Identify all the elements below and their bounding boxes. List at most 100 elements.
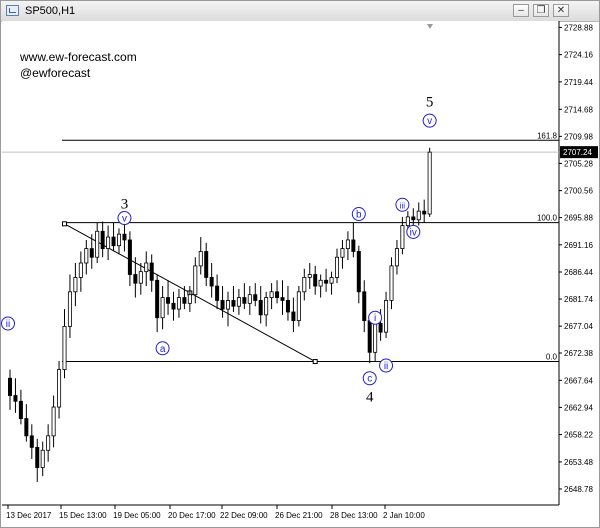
candle-body [106, 236, 111, 249]
watermark-url: www.ew-forecast.com [19, 50, 137, 64]
price-tick-label: 2653.48 [564, 458, 593, 467]
fib-level-label: 0.0 [546, 353, 558, 362]
candle-body [389, 265, 394, 301]
candle-body [176, 297, 181, 310]
wave-label-b: b [351, 207, 366, 222]
candle-body [198, 251, 203, 267]
candle-body [182, 297, 187, 304]
candle-body [313, 274, 318, 287]
candle-body [351, 239, 356, 252]
time-tick-label: 2 Jan 10:00 [383, 511, 425, 520]
candle-body [231, 300, 236, 307]
candle-body [427, 151, 432, 215]
wave-label-text: a [160, 344, 166, 355]
candle-body [127, 239, 132, 275]
wave-label-3: 3 [121, 197, 129, 213]
candle-body [193, 265, 198, 296]
candle-body [275, 291, 280, 298]
time-tick-label: 13 Dec 2017 [6, 511, 52, 520]
candle-body [285, 300, 290, 313]
candle-body [307, 274, 312, 278]
wave-label-text: iii [400, 201, 406, 210]
price-tick-label: 2658.22 [564, 431, 593, 440]
candle-body [29, 435, 34, 448]
wave-label-v: v [117, 211, 132, 226]
candle-body [345, 239, 350, 249]
candle-body [367, 320, 372, 353]
candle-body [280, 297, 285, 301]
wave-label-text: c [367, 374, 372, 385]
wave-label-i: i [368, 310, 383, 325]
candle-body [394, 248, 399, 267]
candle-body [40, 449, 45, 468]
candle-body [73, 277, 78, 293]
candle-body [122, 233, 127, 241]
candle-body [225, 300, 230, 310]
current-price-label: 2707.24 [563, 148, 592, 157]
time-tick-label: 22 Dec 09:00 [220, 511, 268, 520]
candle-body [187, 294, 192, 304]
candle-body [209, 277, 214, 287]
candle-body [405, 216, 410, 226]
candle-body [155, 279, 160, 319]
candle-body [133, 274, 138, 284]
candle-body [111, 236, 116, 247]
candle-body [204, 251, 209, 278]
candle-body [149, 262, 154, 281]
candle-body [378, 323, 383, 333]
price-tick-label: 2677.04 [564, 322, 593, 331]
time-tick-label: 20 Dec 17:00 [168, 511, 216, 520]
candle-body [160, 297, 165, 319]
price-tick-label: 2662.94 [564, 403, 593, 412]
price-tick-label: 2686.44 [564, 268, 593, 277]
candle-body [236, 297, 241, 307]
price-chart: www.ew-forecast.com @ewforecast 161.8 100… [1, 21, 598, 520]
candle-body [24, 418, 29, 437]
candle-body [144, 262, 149, 273]
wave-label-a: a [155, 341, 170, 356]
price-axis: 2728.88 2724.16 2719.44 2714.68 2709.98 2705.… [559, 23, 598, 494]
price-tick-label: 2700.56 [564, 187, 593, 196]
candle-body [329, 277, 334, 284]
candle-body [62, 325, 67, 370]
wave-label-text: v [122, 214, 127, 225]
candle-body [7, 377, 12, 396]
candle-body [171, 302, 176, 310]
wave-label-iv: iv [406, 224, 421, 239]
price-tick-label: 2724.16 [564, 51, 593, 60]
price-tick-label: 2672.38 [564, 349, 593, 358]
wave-label-text: b [356, 210, 362, 221]
price-tick-label: 2719.44 [564, 78, 593, 87]
candle-body [384, 300, 389, 333]
candle-body [220, 300, 225, 310]
candle-body [258, 300, 263, 316]
wave-label-text: i [374, 313, 376, 324]
candle-body [416, 210, 421, 221]
price-tick-label: 2728.88 [564, 23, 593, 32]
wave-label-ii: ii [1, 316, 15, 331]
price-tick-label: 2695.88 [564, 214, 593, 223]
candle-body [46, 435, 51, 451]
candle-body [264, 297, 269, 316]
candle-body [57, 369, 62, 408]
candle-body [242, 297, 247, 304]
fib-level-label: 161.8 [537, 131, 558, 140]
candle-body [422, 210, 427, 215]
candle-body [253, 294, 258, 301]
candle-body [95, 230, 100, 258]
candle-body [334, 256, 339, 278]
wave-label-text: ii [384, 361, 388, 372]
time-tick-label: 19 Dec 05:00 [113, 511, 161, 520]
candle-body [100, 230, 105, 249]
candle-body [318, 279, 323, 287]
fib-level-label: 100.0 [537, 214, 558, 223]
wave-label-text: iv [410, 227, 417, 238]
candle-body [13, 395, 18, 402]
candle-body [51, 406, 56, 437]
candle-body [373, 323, 378, 353]
wave-label-iii: iii [395, 197, 410, 212]
candle-body [356, 251, 361, 293]
candle-body [84, 248, 89, 264]
trendline-anchor [312, 359, 318, 365]
price-tick-label: 2691.16 [564, 241, 593, 250]
